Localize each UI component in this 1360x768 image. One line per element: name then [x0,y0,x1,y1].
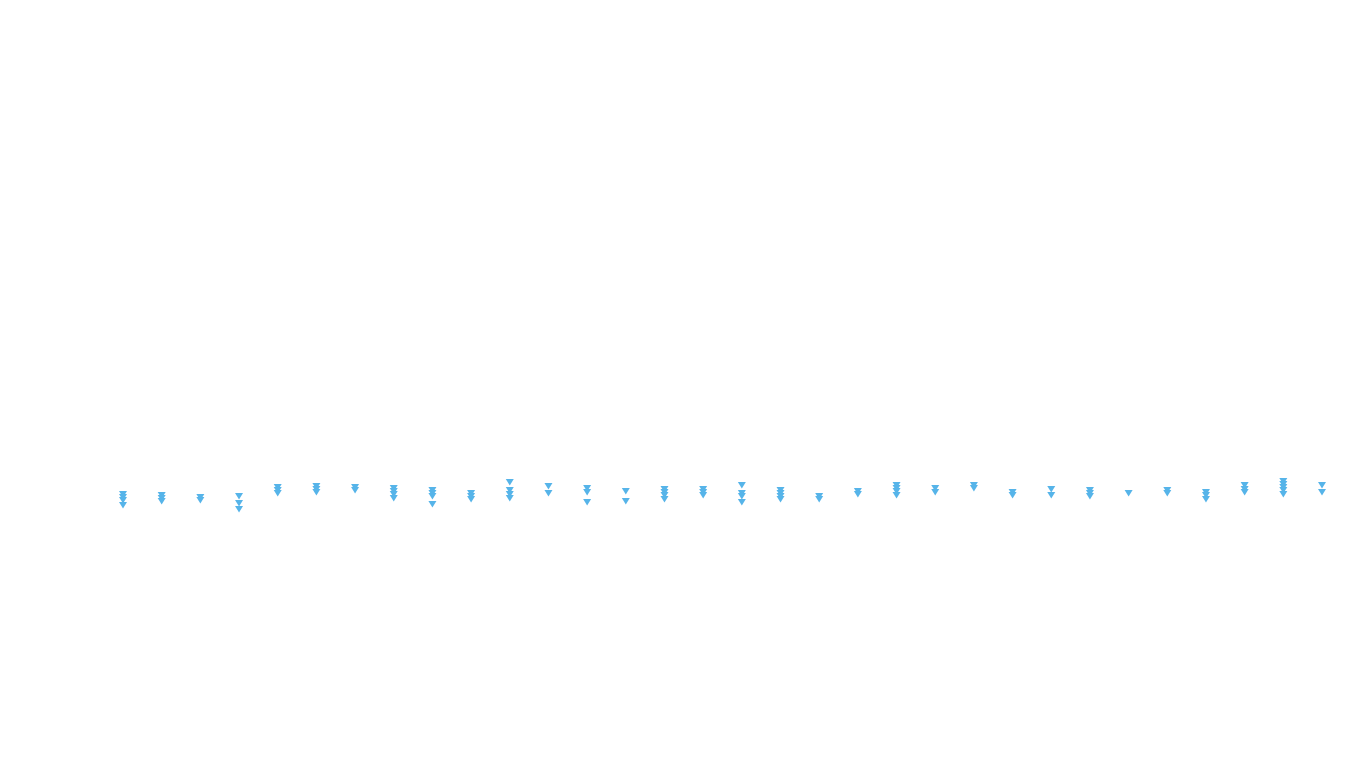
data-point [544,483,553,490]
data-point [273,490,282,497]
data-point [428,493,437,500]
data-point [235,500,244,507]
scatter-chart [119,478,1326,513]
data-point [235,493,244,500]
data-point [1124,490,1133,497]
data-point [969,485,978,492]
data-point [931,489,940,496]
data-point [235,506,244,513]
data-point [1163,490,1172,497]
data-point [892,492,901,499]
data-point [621,488,630,495]
data-point [1085,493,1094,500]
data-point [583,489,592,496]
data-point [660,496,669,503]
data-point [1318,489,1326,496]
data-point [1279,491,1288,498]
data-point [196,497,205,504]
data-point [505,495,514,502]
data-point [1008,492,1017,499]
data-point [351,487,360,494]
data-point [621,498,630,505]
data-point [1047,492,1056,499]
data-point [1240,489,1249,496]
data-point [853,491,862,498]
data-point [737,499,746,506]
data-point [776,496,785,503]
data-points [119,478,1326,513]
data-point [737,482,746,489]
data-point [815,496,824,503]
data-point [389,495,398,502]
data-point [1047,486,1056,493]
data-point [467,496,476,503]
data-point [119,502,127,509]
data-point [583,499,592,506]
data-point [1201,496,1210,503]
data-point [699,492,708,499]
data-point [737,493,746,500]
data-point [544,490,553,497]
data-point [157,498,166,505]
data-point [312,489,321,496]
data-point [1318,482,1326,489]
data-point [505,479,514,486]
data-point [428,501,437,508]
